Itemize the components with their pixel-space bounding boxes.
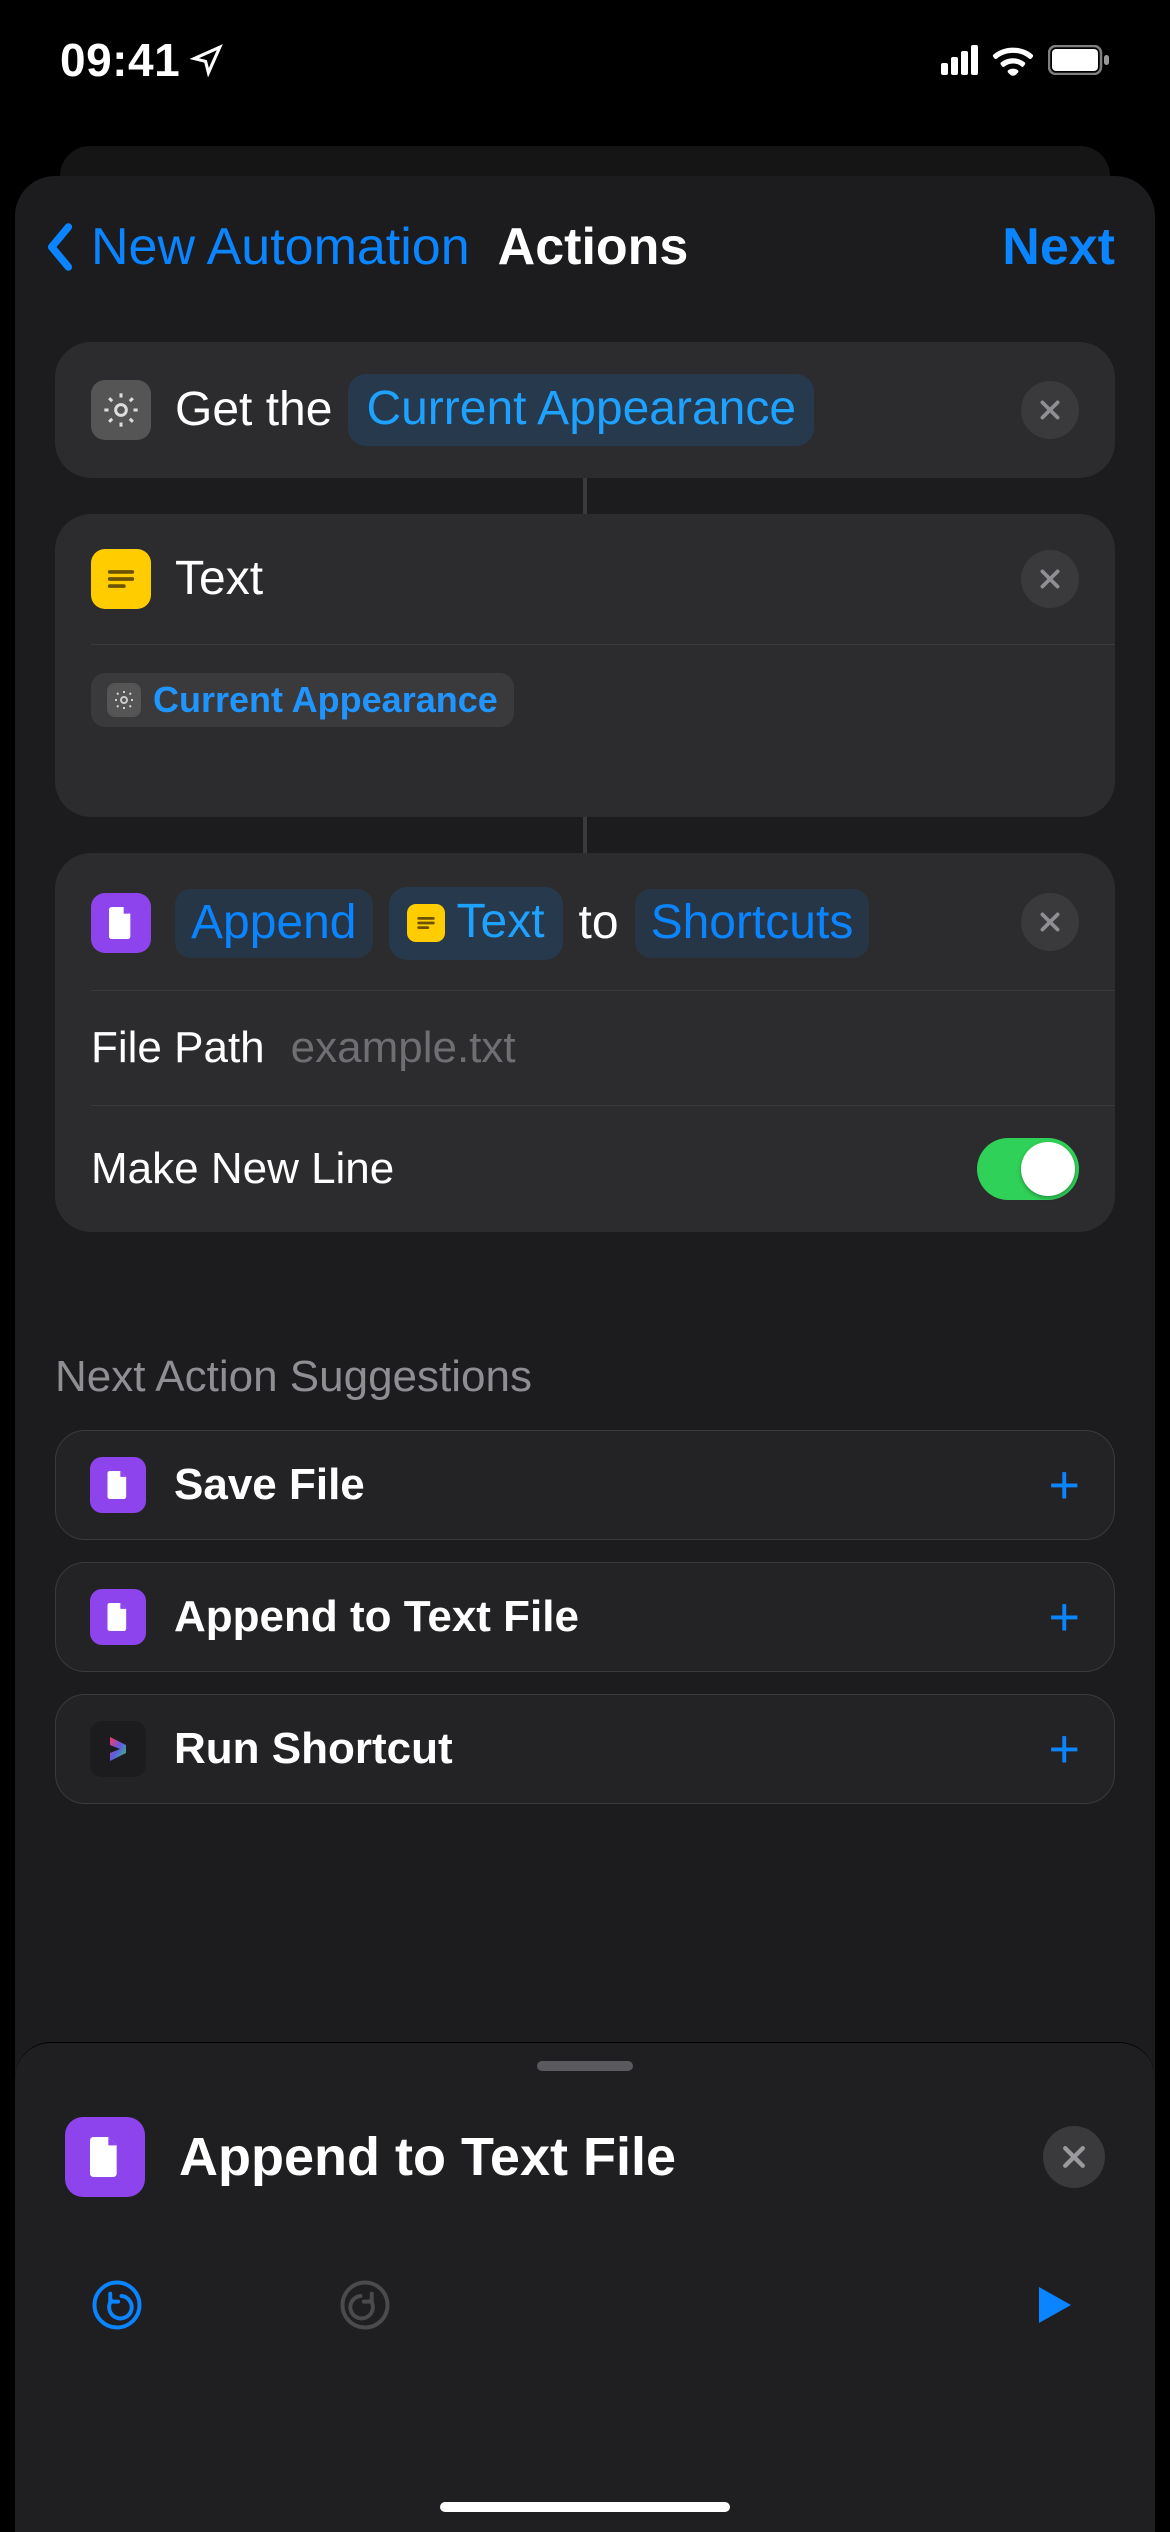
document-icon	[90, 1457, 146, 1513]
play-icon	[1029, 2281, 1077, 2329]
close-panel-button[interactable]	[1043, 2126, 1105, 2188]
action-text[interactable]: Text Current Appearance	[55, 514, 1115, 817]
back-button[interactable]	[35, 212, 85, 282]
document-icon	[91, 893, 151, 953]
undo-icon	[90, 2278, 144, 2332]
text-icon	[91, 549, 151, 609]
file-path-input[interactable]: example.txt	[291, 1023, 516, 1073]
nav-title: Actions	[498, 217, 689, 277]
wifi-icon	[992, 44, 1034, 76]
settings-icon	[107, 683, 141, 717]
plus-icon: +	[1048, 1722, 1080, 1776]
status-bar: 09:41	[0, 0, 1170, 120]
document-icon	[90, 1589, 146, 1645]
battery-icon	[1048, 45, 1110, 75]
suggestion-label: Run Shortcut	[174, 1724, 1020, 1774]
connector-line	[583, 815, 587, 855]
redo-icon	[338, 2278, 392, 2332]
grabber[interactable]	[537, 2061, 633, 2071]
shortcut-icon	[90, 1721, 146, 1777]
suggestion-run-shortcut[interactable]: Run Shortcut +	[55, 1694, 1115, 1804]
close-icon	[1037, 566, 1063, 592]
text-variable-token[interactable]: Text	[389, 887, 563, 959]
close-icon	[1037, 397, 1063, 423]
document-icon	[65, 2117, 145, 2197]
text-input-area[interactable]: Current Appearance	[55, 645, 1115, 817]
chevron-left-icon	[45, 222, 75, 272]
location-icon	[190, 43, 224, 77]
cellular-icon	[941, 45, 978, 75]
action-get-appearance[interactable]: Get the Current Appearance	[55, 342, 1115, 478]
bottom-panel-title: Append to Text File	[179, 2126, 1009, 2188]
suggestion-save-file[interactable]: Save File +	[55, 1430, 1115, 1540]
new-line-label: Make New Line	[91, 1144, 394, 1194]
delete-action-button[interactable]	[1021, 381, 1079, 439]
undo-button[interactable]	[85, 2273, 149, 2337]
appearance-token[interactable]: Current Appearance	[348, 374, 814, 446]
new-line-row: Make New Line	[55, 1106, 1115, 1232]
suggestion-label: Save File	[174, 1460, 1020, 1510]
delete-action-button[interactable]	[1021, 893, 1079, 951]
nav-bar: New Automation Actions Next	[15, 176, 1155, 322]
suggestion-label: Append to Text File	[174, 1592, 1020, 1642]
chip-label: Current Appearance	[153, 679, 498, 721]
suggestions-section: Next Action Suggestions Save File + Appe…	[15, 1232, 1155, 1804]
suggestion-append-text-file[interactable]: Append to Text File +	[55, 1562, 1115, 1672]
settings-icon	[91, 380, 151, 440]
suggestions-title: Next Action Suggestions	[55, 1352, 1115, 1402]
delete-action-button[interactable]	[1021, 550, 1079, 608]
connector-line	[583, 476, 587, 516]
action-append[interactable]: Append Text to Shortcuts	[55, 853, 1115, 1231]
home-indicator[interactable]	[440, 2502, 730, 2512]
sheet-stack-background	[60, 146, 1110, 176]
action-title: Text	[175, 548, 263, 610]
status-time: 09:41	[60, 33, 224, 87]
text-icon	[407, 904, 445, 942]
file-path-row[interactable]: File Path example.txt	[55, 991, 1115, 1105]
back-label[interactable]: New Automation	[91, 217, 470, 277]
modal-sheet: New Automation Actions Next Get the Curr…	[15, 176, 1155, 2532]
bottom-panel[interactable]: Append to Text File	[15, 2042, 1155, 2532]
new-line-toggle[interactable]	[977, 1138, 1079, 1200]
variable-chip[interactable]: Current Appearance	[91, 673, 514, 727]
close-icon	[1037, 909, 1063, 935]
append-mode-token[interactable]: Append	[175, 889, 373, 957]
file-path-label: File Path	[91, 1023, 265, 1073]
action-text-prefix: Get the	[175, 379, 332, 441]
next-button[interactable]: Next	[1002, 217, 1115, 277]
close-icon	[1059, 2142, 1089, 2172]
run-button[interactable]	[1021, 2273, 1085, 2337]
plus-icon: +	[1048, 1590, 1080, 1644]
word-to: to	[579, 892, 619, 954]
destination-token[interactable]: Shortcuts	[635, 889, 870, 957]
time-label: 09:41	[60, 33, 180, 87]
redo-button[interactable]	[333, 2273, 397, 2337]
plus-icon: +	[1048, 1458, 1080, 1512]
